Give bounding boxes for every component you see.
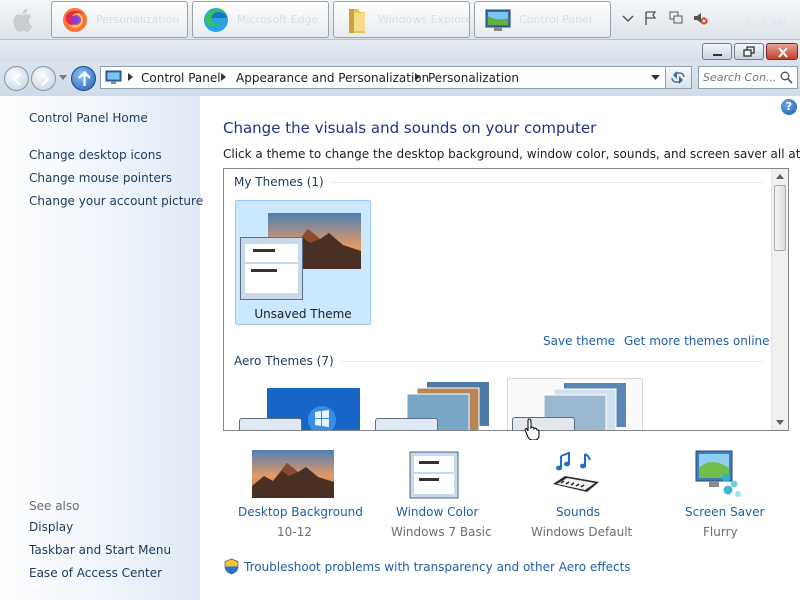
page-description: Click a theme to change the desktop back… — [223, 147, 800, 161]
hand-cursor-icon — [524, 418, 540, 440]
help-button[interactable]: ? — [781, 99, 797, 115]
back-arrow-icon — [12, 73, 21, 86]
taskbar-button-label: Microsoft Edge — [237, 13, 319, 26]
taskbar-button-control-panel[interactable]: Control Panel — [474, 1, 611, 38]
window-color-value: Windows 7 Basic — [391, 525, 492, 539]
mountain-wallpaper-icon[interactable] — [252, 450, 334, 498]
minimize-icon — [713, 54, 722, 56]
theme-unsaved[interactable]: Unsaved Theme — [235, 200, 371, 325]
window-preview — [240, 237, 303, 300]
refresh-button[interactable] — [666, 66, 692, 89]
breadcrumb-control-panel[interactable]: Control Panel — [141, 71, 221, 85]
theme-name: Unsaved Theme — [254, 307, 352, 321]
address-dropdown-icon[interactable] — [651, 75, 660, 81]
taskbar-button-edge[interactable]: Microsoft Edge — [192, 1, 329, 38]
control-panel-icon — [105, 70, 122, 84]
screen-saver-value: Flurry — [703, 525, 738, 539]
my-themes-header[interactable]: My Themes (1) — [234, 175, 330, 189]
minimize-button[interactable] — [702, 43, 732, 60]
close-icon — [778, 47, 788, 58]
desktop-background-link[interactable]: Desktop Background — [238, 505, 363, 519]
up-arrow-icon — [78, 70, 91, 86]
theme-list-scrollbar[interactable] — [771, 169, 788, 430]
save-theme-link[interactable]: Save theme — [543, 334, 615, 348]
sounds-value: Windows Default — [531, 525, 633, 539]
window-preview — [512, 417, 575, 430]
screen-saver-icon[interactable] — [692, 448, 744, 500]
window-preview — [375, 418, 438, 430]
speaker-muted-icon[interactable] — [692, 10, 708, 26]
refresh-icon — [671, 71, 685, 84]
close-button[interactable] — [766, 43, 798, 60]
sidebar-ease-of-access[interactable]: Ease of Access Center — [29, 566, 162, 580]
forward-arrow-icon — [41, 73, 50, 86]
uac-shield-icon — [224, 558, 239, 575]
breadcrumb-separator-icon[interactable] — [221, 73, 226, 81]
back-button[interactable] — [4, 66, 29, 91]
chevron-down-icon[interactable] — [620, 10, 636, 26]
clock[interactable]: 2:14 AM — [745, 18, 786, 29]
taskbar-button-label: Windows Explorer — [378, 13, 470, 26]
address-bar[interactable]: Control Panel Appearance and Personaliza… — [100, 66, 666, 89]
theme-architecture[interactable] — [371, 378, 507, 430]
page-title: Change the visuals and sounds on your co… — [223, 119, 597, 137]
desktop-background-value: 10-12 — [277, 525, 312, 539]
network-icon[interactable] — [668, 10, 684, 26]
breadcrumb-separator-icon[interactable] — [128, 73, 133, 81]
window-color-link[interactable]: Window Color — [396, 505, 478, 519]
see-also-heading: See also — [29, 499, 80, 513]
breadcrumb-personalization[interactable]: Personalization — [428, 71, 519, 85]
taskbar-button-explorer[interactable]: Windows Explorer — [333, 1, 470, 38]
sidebar-change-mouse-pointers[interactable]: Change mouse pointers — [29, 171, 172, 185]
breadcrumb-separator-icon[interactable] — [415, 73, 420, 81]
firefox-icon — [63, 8, 87, 32]
search-box[interactable] — [698, 66, 798, 89]
screen-saver-link[interactable]: Screen Saver — [685, 505, 764, 519]
help-icon: ? — [785, 100, 793, 113]
control-panel-icon — [485, 9, 511, 31]
search-input[interactable] — [703, 70, 779, 85]
up-button[interactable] — [71, 66, 96, 91]
troubleshoot-link[interactable]: Troubleshoot problems with transparency … — [244, 560, 631, 574]
taskbar-button-firefox[interactable]: Personalization — [51, 1, 188, 38]
window-color-icon[interactable] — [409, 451, 459, 499]
taskbar-button-label: Control Panel — [519, 13, 592, 26]
search-icon[interactable] — [780, 71, 793, 84]
edge-icon — [204, 8, 228, 32]
sounds-link[interactable]: Sounds — [556, 505, 600, 519]
apple-logo-icon[interactable] — [10, 6, 38, 34]
theme-list[interactable]: My Themes (1) Unsaved Theme Save theme G… — [223, 168, 789, 431]
recent-pages-dropdown-icon[interactable] — [59, 75, 67, 81]
folder-icon — [349, 9, 365, 33]
sidebar-taskbar-start-menu[interactable]: Taskbar and Start Menu — [29, 543, 171, 557]
get-more-themes-link[interactable]: Get more themes online — [624, 334, 770, 348]
sidebar-control-panel-home[interactable]: Control Panel Home — [29, 111, 148, 125]
breadcrumb-appearance[interactable]: Appearance and Personalization — [236, 71, 429, 85]
forward-button[interactable] — [31, 66, 56, 91]
aero-themes-header[interactable]: Aero Themes (7) — [234, 354, 340, 368]
sidebar: Control Panel Home Change desktop icons … — [0, 96, 203, 600]
window-preview — [239, 418, 302, 430]
sounds-icon[interactable] — [551, 450, 601, 498]
scrollbar-thumb[interactable] — [774, 185, 786, 251]
scroll-up-icon[interactable] — [776, 174, 784, 179]
sidebar-change-account-picture[interactable]: Change your account picture — [29, 194, 203, 208]
restore-button[interactable] — [734, 43, 764, 60]
window-titlebar[interactable] — [0, 40, 800, 62]
scroll-down-icon[interactable] — [776, 420, 784, 425]
theme-windows-7[interactable] — [235, 378, 371, 430]
sidebar-display[interactable]: Display — [29, 520, 73, 534]
sidebar-change-desktop-icons[interactable]: Change desktop icons — [29, 148, 162, 162]
flag-icon[interactable] — [643, 10, 659, 26]
restore-icon — [743, 46, 755, 57]
taskbar: Personalization Microsoft Edge Windows E… — [0, 0, 800, 40]
taskbar-button-label: Personalization — [96, 13, 180, 26]
